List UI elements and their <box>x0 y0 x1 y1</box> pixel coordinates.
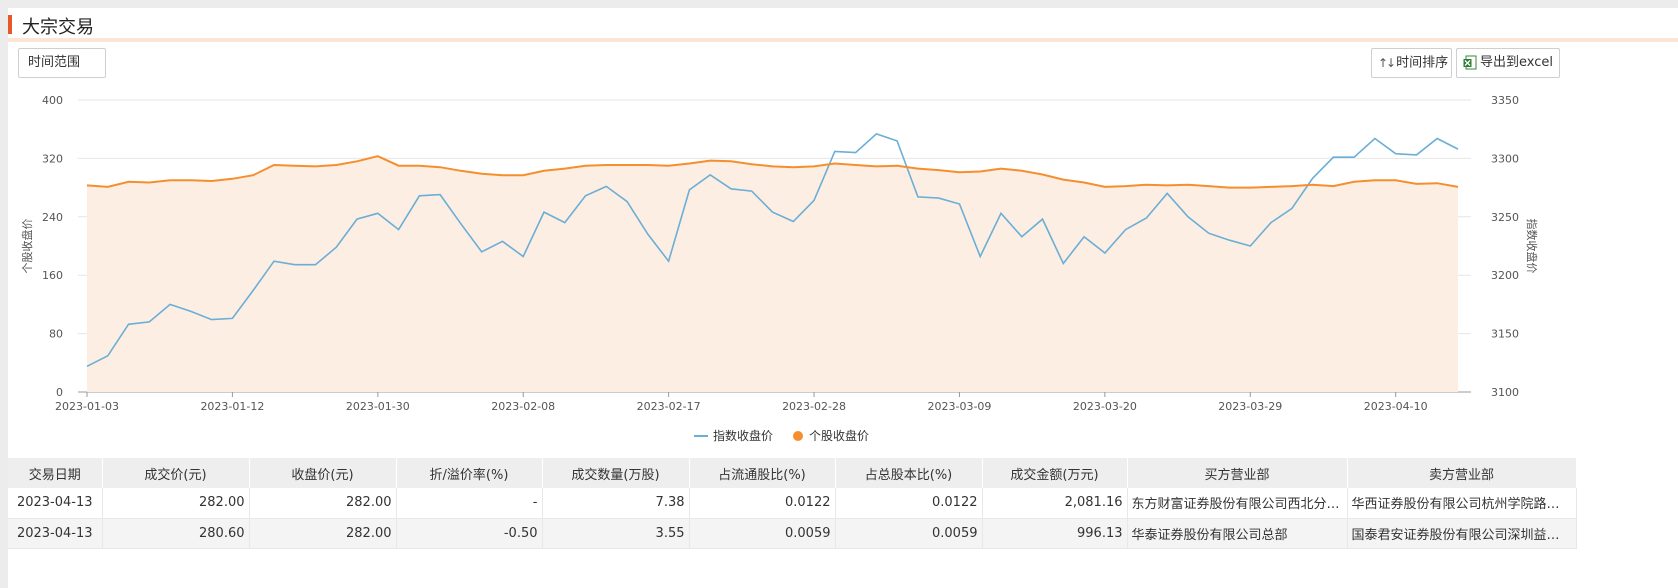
cell-close-price: 282.00 <box>249 518 397 549</box>
y-tick-label-right: 3100 <box>1491 386 1519 399</box>
cell-seller[interactable]: 华西证券股份有限公司杭州学院路证券营业部 <box>1347 488 1577 519</box>
time-sort-button[interactable]: ↑↓ 时间排序 <box>1371 48 1452 78</box>
y-tick-label-left: 0 <box>56 386 63 399</box>
cell-float-ratio: 0.0122 <box>689 488 836 519</box>
x-tick-label: 2023-03-09 <box>927 400 991 413</box>
col-buyer[interactable]: 买方营业部 <box>1127 458 1348 488</box>
y-tick-label-right: 3300 <box>1491 152 1519 165</box>
cell-volume: 7.38 <box>542 488 690 519</box>
legend-label-stock: 个股收盘价 <box>809 428 869 443</box>
title-bar: 大宗交易 <box>8 8 1678 42</box>
table-header-row: 交易日期 成交价(元) 收盘价(元) 折/溢价率(%) 成交数量(万股) 占流通… <box>8 458 1577 488</box>
series-area-stock-close <box>87 156 1458 392</box>
cell-buyer[interactable]: 东方财富证券股份有限公司西北分公司 <box>1127 488 1348 519</box>
sort-arrows-icon: ↑↓ <box>1378 56 1396 70</box>
y-tick-label-right: 3250 <box>1491 211 1519 224</box>
block-trade-panel: 大宗交易 时间范围 ↑↓ 时间排序 导出到excel 0 80 160 240 320 40… <box>8 8 1678 588</box>
col-premium-rate[interactable]: 折/溢价率(%) <box>396 458 543 488</box>
price-chart: 0 80 160 240 320 400 3100 3150 3200 3250 3300 3350 个… <box>20 94 1539 443</box>
page-title: 大宗交易 <box>22 17 94 38</box>
x-tick-label: 2023-03-29 <box>1218 400 1282 413</box>
y-tick-label-left: 240 <box>42 211 63 224</box>
table-row: 2023-04-13 282.00 282.00 - 7.38 0.0122 0… <box>8 488 1577 519</box>
y-tick-label-left: 160 <box>42 269 63 282</box>
time-range-button[interactable]: 时间范围 <box>18 48 106 78</box>
x-tick-label: 2023-03-20 <box>1073 400 1137 413</box>
cell-premium-rate: -0.50 <box>396 518 543 549</box>
cell-trade-price: 280.60 <box>102 518 250 549</box>
y-tick-label-left: 320 <box>42 152 63 165</box>
time-sort-label: 时间排序 <box>1396 55 1449 71</box>
col-seller[interactable]: 卖方营业部 <box>1347 458 1577 488</box>
y-tick-label-left: 80 <box>49 328 63 341</box>
col-trade-date[interactable]: 交易日期 <box>8 458 103 488</box>
cell-amount: 996.13 <box>982 518 1128 549</box>
cell-seller[interactable]: 国泰君安证券股份有限公司深圳益田路证券营业部 <box>1347 518 1577 549</box>
table-row: 2023-04-13 280.60 282.00 -0.50 3.55 0.00… <box>8 518 1577 549</box>
col-amount[interactable]: 成交金额(万元) <box>982 458 1128 488</box>
col-volume[interactable]: 成交数量(万股) <box>542 458 690 488</box>
time-range-label: 时间范围 <box>28 55 81 70</box>
x-tick-label: 2023-02-17 <box>637 400 701 413</box>
cell-volume: 3.55 <box>542 518 690 549</box>
y-tick-label-right: 3350 <box>1491 94 1519 107</box>
x-tick-label: 2023-01-30 <box>346 400 410 413</box>
export-excel-label: 导出到excel <box>1480 55 1553 70</box>
y-axis-title-left: 个股收盘价 <box>20 219 34 274</box>
y-tick-label-right: 3150 <box>1491 328 1519 341</box>
legend-marker-stock <box>793 431 803 441</box>
y-tick-label-left: 400 <box>42 94 63 107</box>
col-float-ratio[interactable]: 占流通股比(%) <box>689 458 836 488</box>
cell-trade-date: 2023-04-13 <box>8 518 103 549</box>
cell-buyer[interactable]: 华泰证券股份有限公司总部 <box>1127 518 1348 549</box>
excel-icon <box>1463 55 1478 70</box>
cell-close-price: 282.00 <box>249 488 397 519</box>
x-tick-label: 2023-01-03 <box>55 400 119 413</box>
cell-float-ratio: 0.0059 <box>689 518 836 549</box>
cell-total-ratio: 0.0122 <box>835 488 983 519</box>
cell-total-ratio: 0.0059 <box>835 518 983 549</box>
y-axis-title-right: 指数收盘价 <box>1525 219 1539 274</box>
legend-label-index: 指数收盘价 <box>713 428 773 443</box>
x-tick-label: 2023-02-08 <box>491 400 555 413</box>
x-tick-label: 2023-02-28 <box>782 400 846 413</box>
export-excel-button[interactable]: 导出到excel <box>1456 48 1560 78</box>
col-trade-price[interactable]: 成交价(元) <box>102 458 250 488</box>
cell-amount: 2,081.16 <box>982 488 1128 519</box>
x-tick-label: 2023-01-12 <box>200 400 264 413</box>
col-total-ratio[interactable]: 占总股本比(%) <box>835 458 983 488</box>
cell-trade-date: 2023-04-13 <box>8 488 103 519</box>
cell-trade-price: 282.00 <box>102 488 250 519</box>
cell-premium-rate: - <box>396 488 543 519</box>
col-close-price[interactable]: 收盘价(元) <box>249 458 397 488</box>
block-trade-table: 交易日期 成交价(元) 收盘价(元) 折/溢价率(%) 成交数量(万股) 占流通… <box>8 458 1577 549</box>
x-tick-label: 2023-04-10 <box>1364 400 1428 413</box>
y-tick-label-right: 3200 <box>1491 269 1519 282</box>
title-accent <box>8 15 12 34</box>
